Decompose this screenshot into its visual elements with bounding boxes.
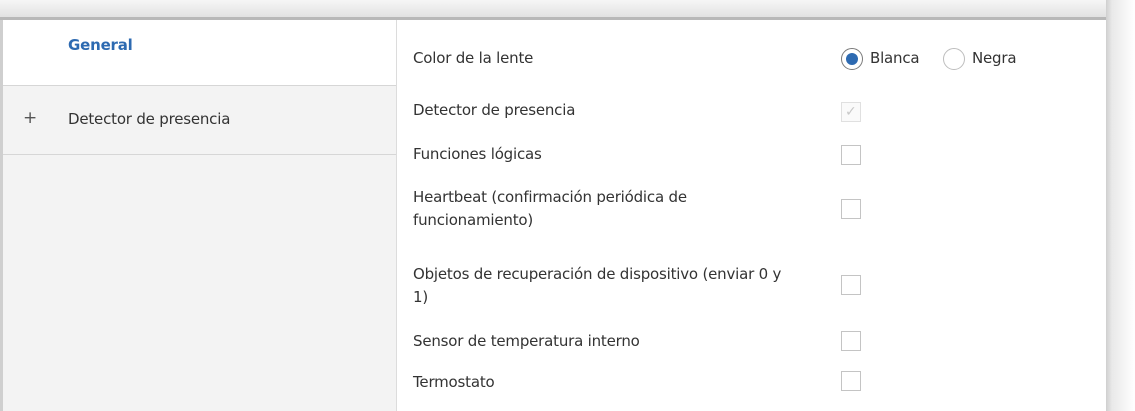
- setting-row-objetos-de-recuperacion: Objetos de recuperación de dispositivo (…: [413, 263, 1103, 311]
- setting-row-funciones-logicas: Funciones lógicas: [413, 143, 1103, 167]
- sidebar-item-general[interactable]: General: [3, 20, 396, 86]
- sidebar-item-label: Detector de presencia: [68, 110, 231, 128]
- setting-label: Termostato: [413, 373, 495, 391]
- setting-label: Sensor de temperatura interno: [413, 332, 640, 350]
- checkbox-heartbeat[interactable]: [841, 199, 861, 219]
- setting-row-heartbeat: Heartbeat (confirmación periódica de fun…: [413, 186, 1103, 234]
- expand-plus-icon[interactable]: +: [23, 108, 37, 128]
- radio-label-negra[interactable]: Negra: [972, 47, 1017, 70]
- radio-blanca[interactable]: [841, 48, 863, 70]
- setting-label: Funciones lógicas: [413, 145, 542, 163]
- radio-label-blanca[interactable]: Blanca: [870, 47, 920, 70]
- setting-label: Objetos de recuperación de dispositivo (…: [413, 265, 782, 306]
- setting-label: Heartbeat (confirmación periódica de fun…: [413, 188, 687, 229]
- radio-selected-dot: [846, 53, 858, 65]
- window-right-shadow: [1106, 0, 1135, 411]
- setting-row-termostato: Termostato: [413, 371, 1103, 395]
- sidebar-item-detector-de-presencia[interactable]: + Detector de presencia: [3, 86, 396, 155]
- lens-color-label: Color de la lente: [413, 49, 534, 67]
- sidebar-item-label: General: [68, 36, 133, 54]
- sidebar: General + Detector de presencia: [3, 20, 397, 411]
- setting-row-sensor-de-temperatura: Sensor de temperatura interno: [413, 330, 1103, 354]
- setting-row-detector-de-presencia: Detector de presencia ✓: [413, 99, 1103, 123]
- setting-label: Detector de presencia: [413, 101, 576, 119]
- checkbox-funciones-logicas[interactable]: [841, 145, 861, 165]
- checkbox-detector-de-presencia[interactable]: ✓: [841, 102, 861, 122]
- checkbox-termostato[interactable]: [841, 371, 861, 391]
- parameters-panel: General + Detector de presencia Color de…: [3, 20, 1106, 411]
- checkbox-objetos-de-recuperacion[interactable]: [841, 275, 861, 295]
- radio-negra[interactable]: [943, 48, 965, 70]
- lens-color-row: Color de la lente Blanca Negra: [413, 47, 1103, 71]
- checkbox-sensor-de-temperatura[interactable]: [841, 331, 861, 351]
- checkmark-icon: ✓: [845, 104, 857, 120]
- window-top-border: [0, 0, 1135, 20]
